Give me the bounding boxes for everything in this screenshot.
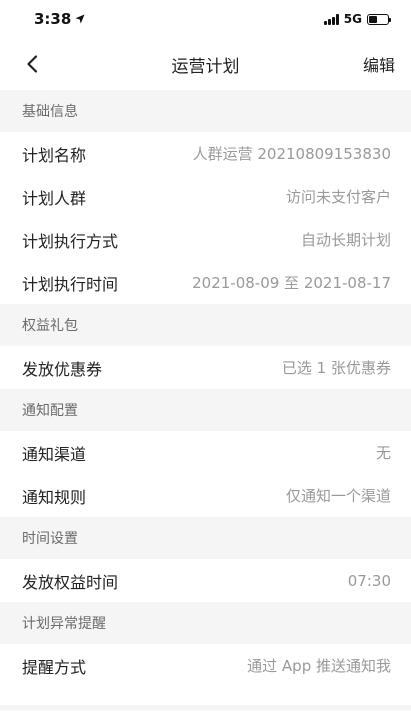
bottom-spacer: [0, 687, 411, 705]
status-bar: 3:38 5G: [0, 0, 411, 38]
row-value: 通过 App 推送通知我: [247, 657, 391, 675]
row-value: 访问未支付客户: [285, 188, 391, 206]
plan-details: 基础信息 计划名称 人群运营 20210809153830 计划人群 访问未支付客户 计划…: [0, 90, 411, 687]
row-label: 通知规则: [22, 487, 87, 507]
battery-icon: [367, 13, 391, 25]
detail-row: 通知规则 仅通知一个渠道: [0, 474, 411, 517]
row-value: 07:30: [347, 571, 391, 590]
status-left: 3:38: [34, 10, 85, 28]
row-value: 仅通知一个渠道: [285, 487, 391, 505]
signal-icon: [323, 13, 339, 25]
row-value: 无: [375, 444, 391, 462]
detail-row: 计划名称 人群运营 20210809153830: [0, 132, 411, 175]
row-label: 发放权益时间: [22, 572, 119, 592]
row-label: 计划名称: [22, 145, 87, 165]
back-button[interactable]: [20, 52, 44, 76]
detail-row: 计划执行方式 自动长期计划: [0, 218, 411, 261]
row-label: 发放优惠券: [22, 359, 103, 379]
section-header: 通知配置: [0, 389, 411, 431]
section-header: 权益礼包: [0, 304, 411, 346]
edit-button[interactable]: 编辑: [363, 52, 395, 76]
detail-row: 提醒方式 通过 App 推送通知我: [0, 644, 411, 687]
nav-bar: 运营计划 编辑: [0, 38, 411, 90]
row-value: 人群运营 20210809153830: [192, 145, 391, 163]
detail-row: 计划执行时间 2021-08-09 至 2021-08-17: [0, 261, 411, 304]
row-value: 已选 1 张优惠券: [281, 359, 391, 377]
row-label: 通知渠道: [22, 444, 87, 464]
row-label: 提醒方式: [22, 657, 87, 677]
row-label: 计划执行时间: [22, 274, 119, 294]
page-title: 运营计划: [171, 56, 240, 77]
row-value: 2021-08-09 至 2021-08-17: [192, 274, 391, 292]
section-header: 时间设置: [0, 517, 411, 559]
status-right: 5G: [323, 12, 391, 26]
row-label: 计划执行方式: [22, 231, 119, 251]
section-header: 计划异常提醒: [0, 602, 411, 644]
section-header: 基础信息: [0, 90, 411, 132]
detail-row: 发放优惠券 已选 1 张优惠券: [0, 346, 411, 389]
detail-row: 计划人群 访问未支付客户: [0, 175, 411, 218]
detail-row: 通知渠道 无: [0, 431, 411, 474]
battery-fill: [369, 15, 378, 23]
network-type: 5G: [343, 12, 362, 26]
status-time: 3:38: [34, 10, 72, 28]
detail-row: 发放权益时间 07:30: [0, 559, 411, 602]
location-arrow-icon: [75, 10, 85, 28]
row-label: 计划人群: [22, 188, 87, 208]
chevron-left-icon: [27, 55, 38, 73]
row-value: 自动长期计划: [300, 231, 391, 249]
